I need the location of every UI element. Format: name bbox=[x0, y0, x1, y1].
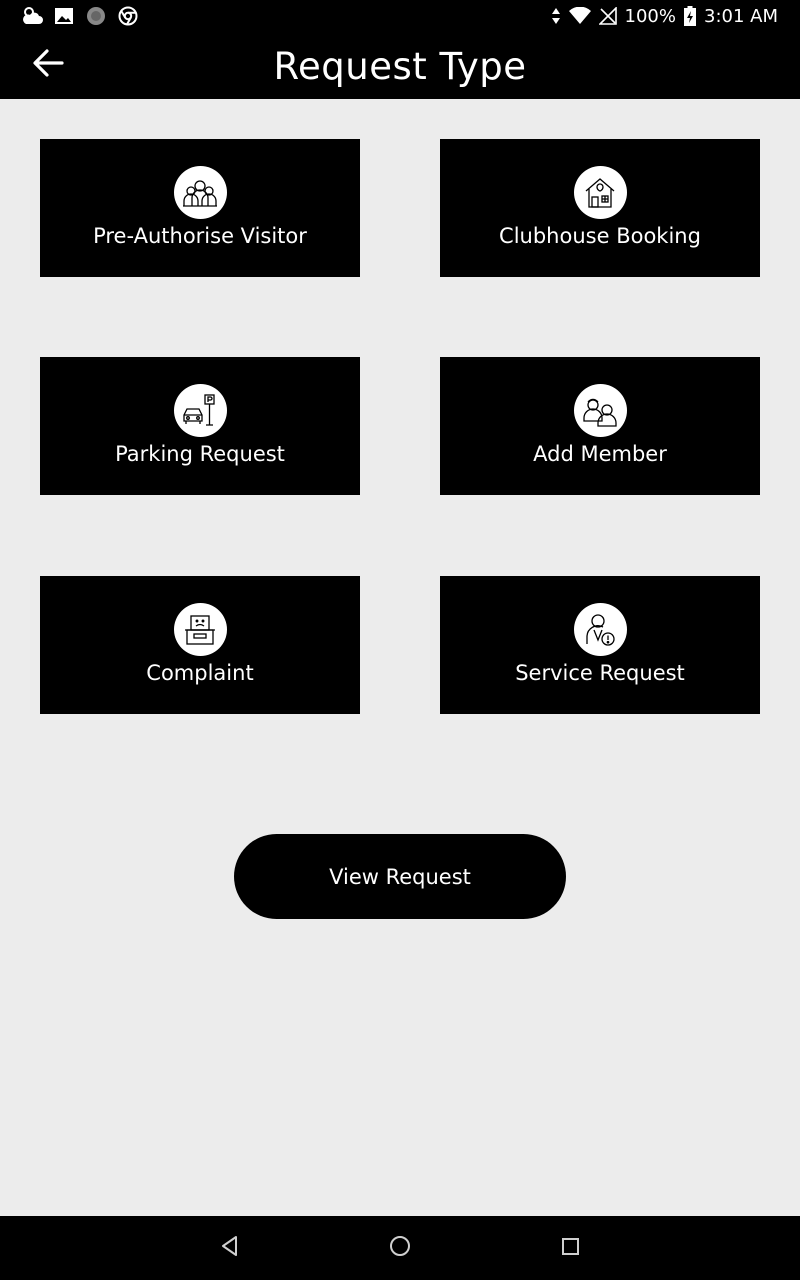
recents-square-icon bbox=[560, 1236, 580, 1260]
nav-back-button[interactable] bbox=[218, 1236, 242, 1260]
clubhouse-icon bbox=[573, 166, 627, 219]
tile-service-request[interactable]: Service Request bbox=[440, 576, 760, 714]
complaint-box-icon bbox=[173, 603, 227, 656]
tile-label: Parking Request bbox=[115, 442, 285, 466]
tile-complaint[interactable]: Complaint bbox=[40, 576, 360, 714]
tile-add-member[interactable]: Add Member bbox=[440, 357, 760, 495]
visitors-icon bbox=[173, 166, 227, 219]
tile-label: Service Request bbox=[515, 661, 685, 685]
navigation-bar bbox=[0, 1216, 800, 1280]
tile-pre-authorise-visitor[interactable]: Pre-Authorise Visitor bbox=[40, 139, 360, 277]
tile-label: Complaint bbox=[146, 661, 254, 685]
record-icon bbox=[86, 6, 106, 26]
chrome-icon bbox=[118, 6, 138, 26]
service-person-icon bbox=[573, 603, 627, 656]
tile-label: Clubhouse Booking bbox=[499, 224, 701, 248]
members-icon bbox=[573, 384, 627, 437]
battery-text: 100% bbox=[624, 5, 676, 27]
home-circle-icon bbox=[389, 1235, 411, 1261]
app-header: Request Type bbox=[0, 32, 800, 99]
nav-recents-button[interactable] bbox=[558, 1236, 582, 1260]
nav-home-button[interactable] bbox=[388, 1236, 412, 1260]
status-bar: 100% 3:01 AM bbox=[0, 0, 800, 32]
system-status: 100% 3:01 AM bbox=[543, 4, 778, 28]
battery-charging-icon bbox=[684, 6, 696, 26]
data-arrows-icon bbox=[551, 7, 561, 25]
page-title: Request Type bbox=[273, 45, 527, 88]
back-triangle-icon bbox=[220, 1235, 240, 1261]
tile-label: Add Member bbox=[533, 442, 667, 466]
parking-car-icon bbox=[173, 384, 227, 437]
view-request-button[interactable]: View Request bbox=[234, 834, 566, 919]
wifi-icon bbox=[568, 7, 591, 25]
image-icon bbox=[54, 6, 74, 26]
weather-icon bbox=[22, 6, 43, 26]
clock: 3:01 AM bbox=[704, 5, 778, 27]
tile-clubhouse-booking[interactable]: Clubhouse Booking bbox=[440, 139, 760, 277]
tile-parking-request[interactable]: Parking Request bbox=[40, 357, 360, 495]
tile-label: Pre-Authorise Visitor bbox=[93, 224, 307, 248]
no-signal-icon bbox=[598, 7, 617, 25]
notification-icons bbox=[22, 6, 150, 26]
